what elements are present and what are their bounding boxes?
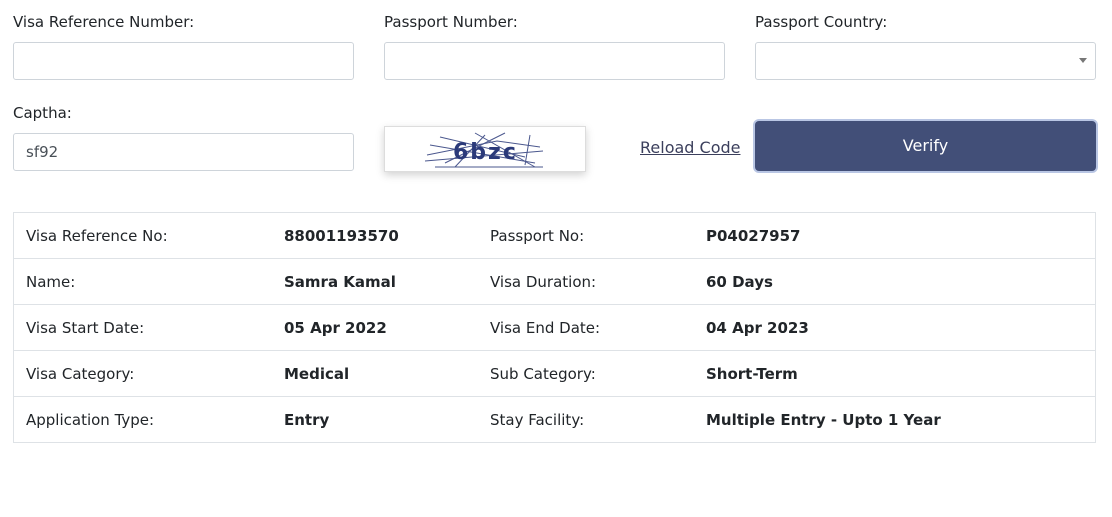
visa-duration-value: 60 Days (706, 258, 1096, 305)
application-type-value: Entry (284, 396, 490, 443)
table-row: Visa Reference No: 88001193570 Passport … (13, 212, 1096, 259)
passport-country-select[interactable] (755, 42, 1096, 80)
captcha-input[interactable]: sf92 (13, 133, 354, 171)
visa-category-key: Visa Category: (13, 350, 284, 397)
visa-start-date-value: 05 Apr 2022 (284, 304, 490, 351)
application-type-key: Application Type: (13, 396, 284, 443)
table-row: Visa Start Date: 05 Apr 2022 Visa End Da… (13, 304, 1096, 351)
visa-reference-label: Visa Reference Number: (13, 13, 195, 31)
captcha-image: 6bzc (384, 126, 586, 172)
visa-details-table: Visa Reference No: 88001193570 Passport … (13, 212, 1096, 443)
passport-number-input[interactable] (384, 42, 725, 80)
passport-no-value: P04027957 (706, 212, 1096, 259)
passport-country-label: Passport Country: (755, 13, 888, 31)
table-row: Application Type: Entry Stay Facility: M… (13, 396, 1096, 443)
captcha-distortion-icon: 6bzc (424, 132, 544, 168)
sub-category-value: Short-Term (706, 350, 1096, 397)
visa-duration-key: Visa Duration: (490, 258, 706, 305)
passport-number-label: Passport Number: (384, 13, 518, 31)
visa-reference-key: Visa Reference No: (13, 212, 284, 259)
sub-category-key: Sub Category: (490, 350, 706, 397)
visa-end-date-key: Visa End Date: (490, 304, 706, 351)
stay-facility-value: Multiple Entry - Upto 1 Year (706, 396, 1096, 443)
visa-end-date-value: 04 Apr 2023 (706, 304, 1096, 351)
chevron-down-icon (1079, 58, 1087, 63)
reload-code-link[interactable]: Reload Code (640, 138, 740, 157)
visa-reference-value: 88001193570 (284, 212, 490, 259)
visa-reference-input[interactable] (13, 42, 354, 80)
verify-button[interactable]: Verify (755, 121, 1096, 171)
visa-start-date-key: Visa Start Date: (13, 304, 284, 351)
name-value: Samra Kamal (284, 258, 490, 305)
name-key: Name: (13, 258, 284, 305)
stay-facility-key: Stay Facility: (490, 396, 706, 443)
passport-no-key: Passport No: (490, 212, 706, 259)
table-row: Name: Samra Kamal Visa Duration: 60 Days (13, 258, 1096, 305)
captcha-label: Captha: (13, 104, 72, 122)
visa-category-value: Medical (284, 350, 490, 397)
table-row: Visa Category: Medical Sub Category: Sho… (13, 350, 1096, 397)
